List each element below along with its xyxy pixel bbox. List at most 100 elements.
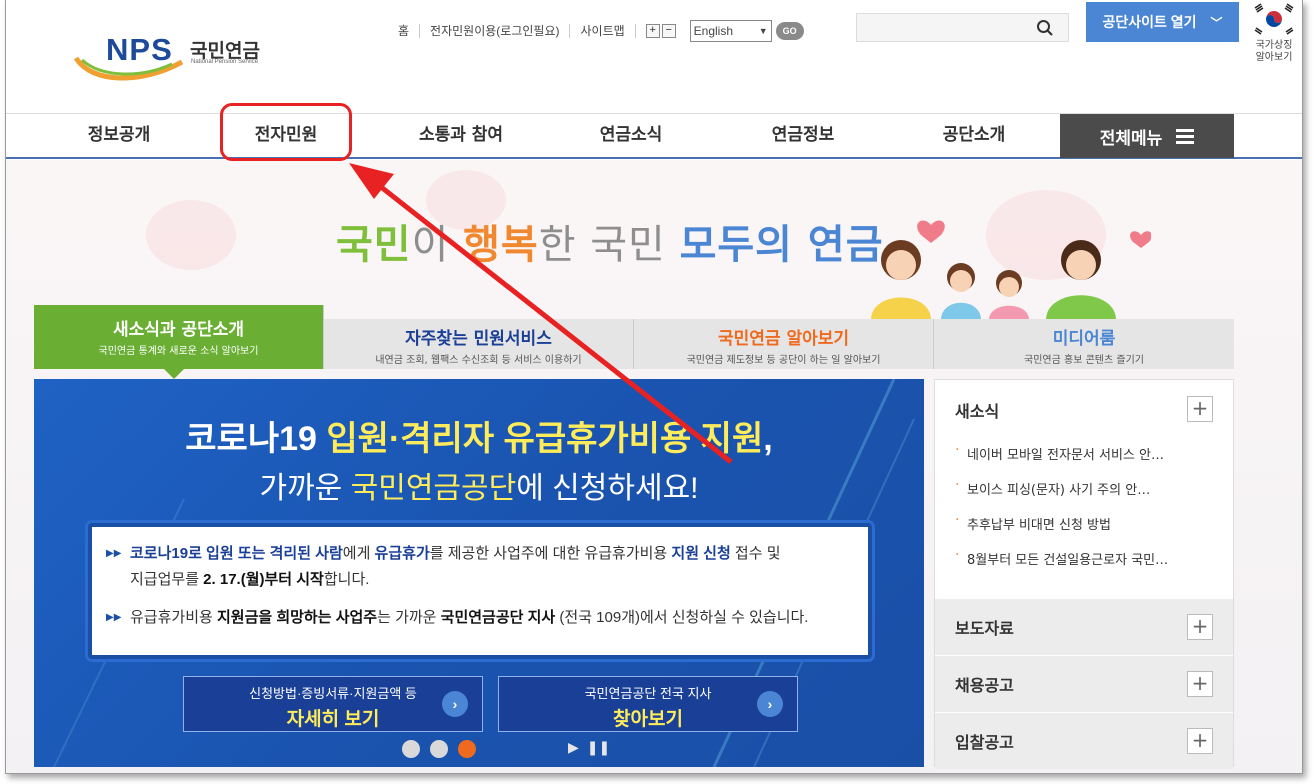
news-panel: 새소식 + 네이버 모바일 전자문서 서비스 안… 보이스 피싱(문자) 사기 … (934, 379, 1234, 769)
recruit-section[interactable]: 채용공고 + (935, 655, 1233, 712)
arrow-right-icon: › (757, 691, 783, 717)
search-icon[interactable] (1036, 19, 1054, 37)
slide-dot[interactable] (430, 740, 448, 758)
chevron-down-icon: ﹀ (1210, 15, 1223, 30)
nav-item-communication[interactable]: 소통과 참여 (386, 114, 536, 158)
plus-icon[interactable]: + (1187, 614, 1213, 640)
subheadline-part: 에 신청하세요! (516, 472, 699, 505)
language-go-button[interactable]: GO (775, 22, 804, 40)
tab-pension-learn[interactable]: 국민연금 알아보기 국민연금 제도정보 등 공단이 하는 일 알아보기 (634, 319, 934, 369)
find-branch-button[interactable]: 국민연금공단 전국 지사 찾아보기 › (498, 676, 798, 732)
tab-title: 자주찾는 민원서비스 (405, 329, 552, 349)
language-value: English (693, 24, 734, 38)
nav-item-info[interactable]: 정보공개 (44, 114, 194, 158)
section-label: 입찰공고 (955, 733, 1014, 752)
slogan-part: 모두의 연금 (679, 222, 884, 268)
subheadline-part: 가까운 (259, 472, 351, 505)
main-banner: 코로나19 입원·격리자 유급휴가비용 지원, 가까운 국민연금공단에 신청하세… (34, 379, 924, 767)
slogan-part: 행복 (463, 222, 539, 268)
tab-title: 새소식과 공단소개 (112, 320, 245, 340)
list-item[interactable]: 네이버 모바일 전자문서 서비스 안… (955, 442, 1168, 479)
slogan-part: 이 (411, 222, 464, 268)
logo-nps-text: NPS (106, 32, 173, 67)
all-menu-button[interactable]: 전체메뉴 (1060, 114, 1234, 158)
family-illustration (871, 220, 1151, 320)
slide-indicators (402, 740, 476, 758)
find-branch-sub: 국민연금공단 전국 지사 (584, 686, 712, 701)
nav-item-about[interactable]: 공단소개 (899, 114, 1049, 158)
util-link-home[interactable]: 홈 (398, 24, 421, 38)
site-open-button[interactable]: 공단사이트 열기 ﹀ (1086, 2, 1239, 42)
plus-icon[interactable]: + (1187, 671, 1213, 697)
section-label: 채용공고 (955, 676, 1014, 695)
notice-text: 에게 (342, 545, 375, 562)
slogan-part: 한 국민 (538, 222, 680, 268)
nav-item-pension-news[interactable]: 연금소식 (556, 114, 706, 158)
headline-part: 코로나19 (185, 420, 327, 458)
double-chevron-icon: ▶▶ (106, 612, 122, 623)
zoom-out-button[interactable]: − (661, 24, 676, 38)
details-button[interactable]: 신청방법·증빙서류·지원금액 등 자세히 보기 › (183, 676, 483, 732)
tab-eservices[interactable]: 자주찾는 민원서비스 내연금 조회, 웹팩스 수신조회 등 서비스 이용하기 (324, 319, 634, 369)
notice-text: 합니다. (323, 571, 370, 588)
highlight-annotation (220, 103, 352, 161)
utility-bar: 홈 전자민원이용(로그인필요) 사이트맵 + − English ▼ GO (398, 20, 804, 42)
symbol-label-2: 알아보기 (1255, 52, 1293, 63)
notice-text: 지원 신청 (671, 545, 731, 562)
tab-subtitle: 국민연금 제도정보 등 공단이 하는 일 알아보기 (686, 355, 881, 366)
pause-icon[interactable]: ❚❚ (587, 740, 610, 756)
tab-subtitle: 국민연금 홍보 콘텐츠 즐기기 (1024, 355, 1144, 366)
tab-news-about[interactable]: 새소식과 공단소개 국민연금 통계와 새로운 소식 알아보기 (34, 305, 324, 379)
tab-mediaroom[interactable]: 미디어룸 국민연금 홍보 콘텐츠 즐기기 (934, 319, 1234, 369)
national-symbol-link[interactable]: 국가상징 알아보기 (1249, 2, 1299, 64)
play-icon[interactable]: ▶ (568, 740, 579, 756)
list-item[interactable]: 8월부터 모든 건설일용근로자 국민… (955, 547, 1168, 584)
notice-line-2: ▶▶ 유급휴가비용 지원금을 희망하는 사업주는 가까운 국민연금공단 지사 (… (106, 605, 854, 631)
util-link-eservice[interactable]: 전자민원이용(로그인필요) (420, 24, 571, 38)
search-input[interactable] (856, 13, 1069, 42)
notice-text: 접수 및 (730, 545, 781, 562)
plus-icon[interactable]: + (1187, 396, 1213, 422)
site-open-label: 공단사이트 열기 (1102, 14, 1197, 30)
details-button-label: 자세히 보기 (286, 709, 380, 730)
subheadline-part: 국민연금공단 (350, 472, 517, 505)
notice-text: 지원금을 희망하는 사업주 (216, 609, 378, 626)
main-tabs: 새소식과 공단소개 국민연금 통계와 새로운 소식 알아보기 자주찾는 민원서비… (34, 305, 1234, 379)
hero-slogan: 국민이 행복한 국민 모두의 연금 (336, 212, 884, 270)
zoom-controls: + − (645, 24, 676, 38)
korea-flag-icon (1251, 2, 1297, 36)
notice-text: 코로나19로 입원 또는 격리된 사람 (130, 545, 343, 562)
browser-frame: NPS 국민연금 National Pension Service 홈 전자민원… (5, 0, 1303, 774)
notice-text: 유급휴가비용 (130, 609, 217, 626)
nps-logo[interactable]: NPS 국민연금 National Pension Service (72, 30, 282, 86)
decor-blob (146, 200, 236, 270)
double-chevron-icon: ▶▶ (106, 548, 122, 559)
notice-text: 유급휴가 (374, 545, 430, 562)
slide-controls: ▶ ❚❚ (568, 740, 610, 756)
details-button-sub: 신청방법·증빙서류·지원금액 등 (249, 686, 417, 701)
bid-section[interactable]: 입찰공고 + (935, 712, 1233, 769)
util-link-sitemap[interactable]: 사이트맵 (570, 24, 636, 38)
main-nav: 정보공개 전자민원 소통과 참여 연금소식 연금정보 공단소개 전체메뉴 (6, 113, 1302, 159)
section-label: 보도자료 (955, 619, 1014, 638)
banner-headline: 코로나19 입원·격리자 유급휴가비용 지원, (34, 411, 924, 460)
slide-dot-active[interactable] (458, 740, 476, 758)
plus-icon[interactable]: + (1187, 728, 1213, 754)
press-section[interactable]: 보도자료 + (935, 598, 1233, 655)
nav-item-pension-info[interactable]: 연금정보 (728, 114, 878, 158)
tab-subtitle: 국민연금 통계와 새로운 소식 알아보기 (98, 346, 259, 357)
headline-part: 입원·격리자 유급휴가비용 지원 (326, 420, 764, 458)
notice-line-1: ▶▶ 코로나19로 입원 또는 격리된 사람에게 유급휴가를 제공한 사업주에 … (106, 541, 854, 593)
notice-text: 국민연금공단 지사 (440, 609, 556, 626)
language-select[interactable]: English ▼ (689, 20, 772, 42)
notice-text: 는 가까운 (377, 609, 441, 626)
zoom-in-button[interactable]: + (645, 24, 660, 38)
news-title: 새소식 (955, 402, 1000, 421)
slide-dot[interactable] (402, 740, 420, 758)
list-item[interactable]: 추후납부 비대면 신청 방법 (955, 512, 1168, 549)
list-item[interactable]: 보이스 피싱(문자) 사기 주의 안… (955, 477, 1168, 514)
logo-en-text: National Pension Service (191, 59, 259, 65)
notice-text: 를 제공한 사업주에 대한 유급휴가비용 (429, 545, 672, 562)
news-list: 네이버 모바일 전자문서 서비스 안… 보이스 피싱(문자) 사기 주의 안… … (955, 442, 1168, 584)
tab-title: 미디어룸 (1052, 329, 1116, 349)
